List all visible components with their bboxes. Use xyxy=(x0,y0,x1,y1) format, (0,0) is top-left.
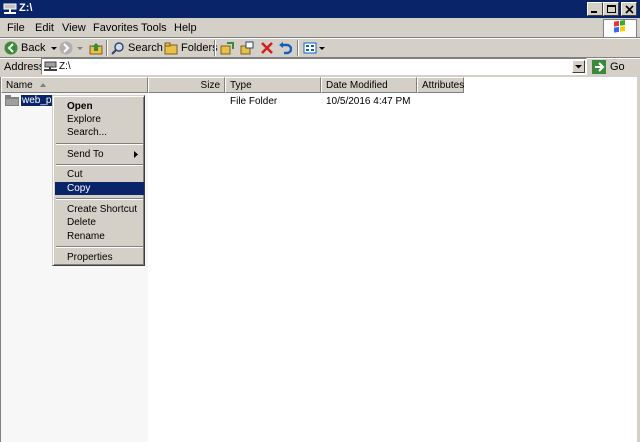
menu-item-cut[interactable]: Cut xyxy=(55,168,144,181)
file-date-modified: 10/5/2016 4:47 PM xyxy=(326,96,411,107)
address-dropdown-button[interactable] xyxy=(572,60,585,73)
menu-favorites[interactable]: Favorites xyxy=(93,22,138,34)
column-header-type[interactable]: Type xyxy=(225,77,321,93)
move-to-button[interactable] xyxy=(220,40,234,56)
toolbar: Back Search Folders xyxy=(0,38,640,58)
address-label: Address xyxy=(4,61,45,73)
menu-edit[interactable]: Edit xyxy=(35,22,54,34)
maximize-button[interactable] xyxy=(603,2,619,16)
back-button[interactable]: Back xyxy=(4,40,58,56)
menu-view[interactable]: View xyxy=(62,22,86,34)
submenu-arrow-icon xyxy=(134,151,138,158)
minimize-button[interactable] xyxy=(587,2,603,16)
menu-help[interactable]: Help xyxy=(174,22,197,34)
context-menu: Open Explore Search... Send To Cut Copy … xyxy=(52,95,145,266)
go-arrow-icon xyxy=(592,60,606,74)
up-folder-button[interactable] xyxy=(89,40,103,56)
menu-item-send-to[interactable]: Send To xyxy=(55,148,144,161)
views-icon xyxy=(303,42,317,54)
menu-item-create-shortcut[interactable]: Create Shortcut xyxy=(55,203,144,216)
up-folder-icon xyxy=(89,43,103,55)
menu-separator xyxy=(56,198,143,200)
menu-separator xyxy=(56,164,143,166)
close-button[interactable] xyxy=(621,2,637,16)
move-to-icon xyxy=(220,42,234,55)
menu-item-open[interactable]: Open xyxy=(55,100,144,113)
sort-ascending-icon xyxy=(40,83,47,87)
forward-button[interactable] xyxy=(59,40,84,56)
address-input[interactable]: Z:\ xyxy=(41,58,587,75)
views-dropdown-icon xyxy=(319,47,325,50)
window-title: Z:\ xyxy=(19,2,33,14)
menu-item-properties[interactable]: Properties xyxy=(55,251,144,264)
folders-icon xyxy=(164,42,178,55)
undo-button[interactable] xyxy=(278,40,292,56)
back-dropdown-icon xyxy=(51,47,58,50)
menu-tools[interactable]: Tools xyxy=(141,22,167,34)
menu-bar: File Edit View Favorites Tools Help xyxy=(0,18,640,38)
column-header-attributes[interactable]: Attributes xyxy=(417,77,464,93)
chevron-down-icon xyxy=(575,65,582,69)
search-icon xyxy=(111,42,124,55)
forward-arrow-icon xyxy=(59,41,73,55)
column-header-date-modified[interactable]: Date Modified xyxy=(321,77,417,93)
copy-to-button[interactable] xyxy=(240,40,254,56)
folders-button[interactable]: Folders xyxy=(164,40,218,56)
folder-icon xyxy=(5,95,19,106)
menu-file[interactable]: File xyxy=(7,22,25,34)
views-button[interactable] xyxy=(303,40,326,56)
menu-item-rename[interactable]: Rename xyxy=(55,230,144,243)
search-button[interactable]: Search xyxy=(111,40,163,56)
delete-button[interactable] xyxy=(260,40,274,56)
menu-separator xyxy=(56,246,143,248)
toolbar-separator xyxy=(297,40,299,56)
column-header-size[interactable]: Size xyxy=(148,77,225,93)
windows-flag-icon xyxy=(614,20,625,33)
network-drive-icon xyxy=(44,61,57,71)
address-bar: Address Z:\ Go xyxy=(0,58,640,76)
windows-logo xyxy=(603,19,637,38)
go-button[interactable]: Go xyxy=(592,59,625,75)
menu-separator xyxy=(56,143,143,145)
column-header-name[interactable]: Name xyxy=(1,77,148,93)
file-row-name[interactable]: web_pu xyxy=(5,94,60,107)
minimize-icon xyxy=(591,11,597,13)
menu-item-explore[interactable]: Explore xyxy=(55,113,144,126)
file-type: File Folder xyxy=(230,96,278,107)
undo-icon xyxy=(279,42,292,55)
back-arrow-icon xyxy=(4,41,18,55)
network-drive-icon xyxy=(3,3,17,14)
delete-x-icon xyxy=(261,42,273,54)
forward-dropdown-icon xyxy=(77,47,83,50)
copy-to-icon xyxy=(240,41,254,55)
menu-item-delete[interactable]: Delete xyxy=(55,216,144,229)
menu-item-copy[interactable]: Copy xyxy=(55,182,144,195)
maximize-icon xyxy=(607,5,616,13)
close-icon xyxy=(625,5,634,14)
toolbar-separator xyxy=(106,40,108,56)
menu-item-search[interactable]: Search... xyxy=(55,126,144,139)
toolbar-separator xyxy=(214,40,216,56)
title-bar: Z:\ xyxy=(0,0,640,18)
